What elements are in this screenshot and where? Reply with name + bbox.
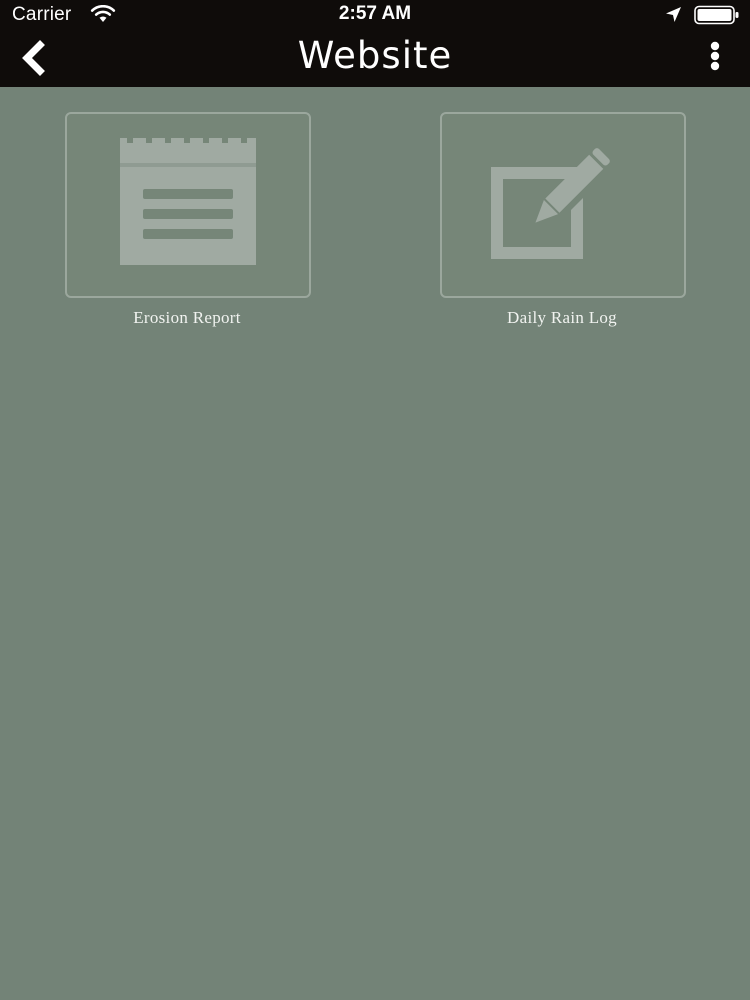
status-time: 2:57 AM — [338, 3, 412, 24]
page-title: Website — [297, 34, 453, 77]
chevron-left-icon — [22, 40, 45, 76]
notepad-icon — [120, 138, 256, 265]
back-button[interactable] — [18, 38, 58, 78]
location-arrow-icon — [666, 7, 681, 22]
status-bar: Carrier 2:57 AM — [0, 0, 750, 30]
navigation-bar: Website — [0, 30, 750, 87]
battery-icon — [694, 5, 739, 25]
vertical-ellipsis-icon — [710, 41, 720, 71]
daily-rain-log-label: Daily Rain Log — [507, 308, 617, 327]
daily-rain-log-tile[interactable]: Daily Rain Log — [440, 112, 690, 328]
more-options-button[interactable] — [698, 38, 732, 78]
daily-rain-log-tile-frame[interactable] — [440, 112, 686, 298]
erosion-report-label: Erosion Report — [133, 308, 241, 327]
erosion-report-tile[interactable]: Erosion Report — [65, 112, 315, 328]
top-bar: Carrier 2:57 AM Website — [0, 0, 750, 87]
erosion-report-tile-frame[interactable] — [65, 112, 311, 298]
edit-checkbox-pencil-icon — [491, 148, 610, 259]
